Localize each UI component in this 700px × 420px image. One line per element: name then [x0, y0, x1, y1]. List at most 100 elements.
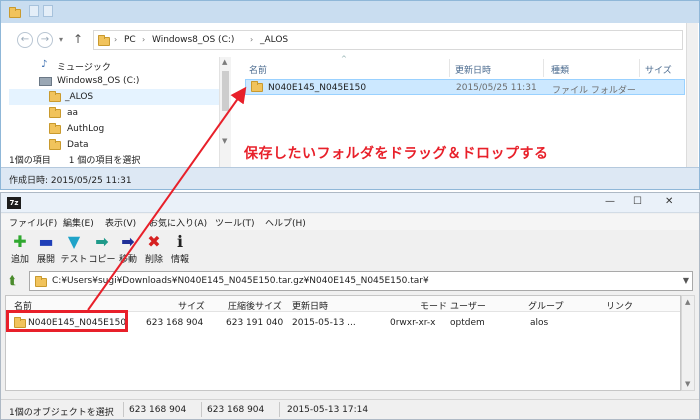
status-size: 623 168 904: [129, 405, 187, 415]
menu-tools[interactable]: ツール(T): [215, 216, 255, 229]
column-header-modified[interactable]: 更新日時: [455, 63, 491, 76]
close-icon[interactable]: ✕: [665, 196, 673, 207]
column-header-name[interactable]: 名前: [249, 63, 267, 76]
folder-icon: [49, 91, 61, 102]
chevron-down-icon[interactable]: ▼: [683, 276, 689, 285]
breadcrumb-item[interactable]: PC: [124, 35, 136, 45]
scroll-down-icon[interactable]: ▼: [222, 137, 227, 145]
address-bar[interactable]: › PC › Windows8_OS (C:) › _ALOS: [93, 30, 683, 50]
explorer-titlebar: [1, 1, 699, 23]
navigation-tree: ♪ ミュージック Windows8_OS (C:) _ALOS aa AuthL…: [9, 57, 229, 167]
folder-icon: [49, 123, 61, 134]
details-pane: 作成日時: 2015/05/25 11:31: [1, 167, 699, 189]
row-packed: 623 191 040: [226, 318, 284, 328]
column-divider[interactable]: [639, 59, 640, 77]
quick-access-button[interactable]: [29, 5, 39, 17]
column-header-group[interactable]: グループ: [528, 299, 563, 312]
tree-item-label: ミュージック: [57, 63, 111, 73]
folder-icon: [98, 35, 110, 46]
file-row[interactable]: N040E145_N045E150 2015/05/25 11:31 ファイル …: [245, 79, 685, 96]
sort-chevron-icon: ^: [341, 55, 347, 63]
toolbar: ✚ 追加 ▬ 展開 ▼ テスト ➡ コピー ➡ 移動 ✖ 削除 ℹ 情報: [1, 231, 699, 267]
status-divider: [201, 402, 202, 417]
up-arrow-icon[interactable]: ↑: [73, 32, 83, 46]
folder-icon: [49, 107, 61, 118]
menu-file[interactable]: ファイル(F): [9, 216, 57, 229]
column-header-link[interactable]: リンク: [606, 299, 633, 312]
highlight-box: [6, 310, 128, 332]
move-arrow-icon: ➡: [121, 232, 135, 251]
path-input[interactable]: C:¥Users¥sugi¥Downloads¥N040E145_N045E15…: [29, 271, 693, 291]
breadcrumb-item[interactable]: _ALOS: [260, 35, 288, 45]
scroll-thumb[interactable]: [222, 71, 229, 111]
archive-scrollbar[interactable]: ▲ ▼: [681, 295, 695, 391]
file-name: N040E145_N045E150: [268, 83, 367, 93]
tree-item-label: Data: [67, 140, 89, 150]
info-icon: ℹ: [176, 232, 184, 251]
breadcrumb-separator: ›: [250, 35, 254, 44]
status-divider: [123, 402, 124, 417]
row-modified: 2015-05-13 ...: [292, 318, 356, 328]
status-divider: [279, 402, 280, 417]
row-size: 623 168 904: [146, 318, 204, 328]
sevenzip-titlebar: 7z — ☐ ✕: [1, 193, 699, 213]
file-modified: 2015/05/25 11:31: [456, 83, 537, 93]
tree-item-label: _ALOS: [65, 92, 94, 102]
details-created: 作成日時: 2015/05/25 11:31: [9, 176, 132, 186]
row-mode: 0rwxr-xr-x: [390, 318, 436, 328]
music-icon: ♪: [41, 59, 48, 70]
menu-edit[interactable]: 編集(E): [63, 216, 94, 229]
copy-arrow-icon: ➡: [95, 232, 109, 251]
back-arrow-icon[interactable]: ←: [17, 32, 33, 48]
chevron-down-icon[interactable]: ▾: [59, 35, 63, 44]
column-header-type[interactable]: 種類: [551, 63, 569, 76]
minus-icon: ▬: [38, 232, 54, 251]
explorer-status: 1個の項目 1 個の項目を選択: [9, 156, 141, 166]
sevenzip-logo-icon: 7z: [7, 197, 21, 209]
column-header-size[interactable]: サイズ: [645, 63, 672, 76]
tree-item-alos[interactable]: _ALOS: [9, 89, 219, 105]
folder-icon: [35, 276, 47, 287]
path-text: C:¥Users¥sugi¥Downloads¥N040E145_N045E15…: [52, 276, 429, 286]
explorer-navbar: ← → ▾ ↑ › PC › Windows8_OS (C:) › _ALOS: [1, 23, 699, 57]
tree-item-label: aa: [67, 108, 79, 118]
column-header-modified[interactable]: 更新日時: [292, 299, 328, 312]
column-divider[interactable]: [543, 59, 544, 77]
drive-icon: [39, 77, 52, 86]
column-header-packed[interactable]: 圧縮後サイズ: [228, 299, 282, 312]
status-modified: 2015-05-13 17:14: [287, 405, 369, 415]
breadcrumb-separator: ›: [142, 35, 146, 44]
up-folder-icon[interactable]: ⮬: [9, 273, 16, 288]
menu-bar: ファイル(F) 編集(E) 表示(V) お気に入り(A) ツール(T) ヘルプ(…: [1, 214, 699, 230]
folder-icon: [251, 81, 263, 92]
scroll-up-icon[interactable]: ▲: [685, 298, 690, 306]
breadcrumb-separator: ›: [114, 35, 118, 44]
file-type: ファイル フォルダー: [552, 86, 636, 96]
plus-icon: ✚: [13, 232, 27, 251]
breadcrumb-item[interactable]: Windows8_OS (C:): [152, 35, 234, 45]
explorer-scrollbar[interactable]: [686, 23, 698, 168]
maximize-icon[interactable]: ☐: [633, 196, 642, 207]
status-selection: 1個のオブジェクトを選択: [9, 408, 114, 418]
column-header-mode[interactable]: モード: [420, 299, 447, 312]
info-button[interactable]: ℹ 情報: [165, 233, 195, 267]
tree-scrollbar[interactable]: ▲ ▼: [219, 57, 231, 167]
forward-arrow-icon[interactable]: →: [37, 32, 53, 48]
menu-view[interactable]: 表示(V): [105, 216, 136, 229]
column-header-size[interactable]: サイズ: [178, 299, 205, 312]
quick-access-button[interactable]: [43, 5, 53, 17]
row-user: optdem: [450, 318, 485, 328]
annotation-text: 保存したいフォルダをドラッグ＆ドロップする: [244, 146, 549, 162]
menu-help[interactable]: ヘルプ(H): [265, 216, 306, 229]
minimize-icon[interactable]: —: [605, 196, 615, 207]
row-group: alos: [530, 318, 549, 328]
menu-favorites[interactable]: お気に入り(A): [149, 216, 207, 229]
scroll-up-icon[interactable]: ▲: [222, 58, 227, 66]
scroll-down-icon[interactable]: ▼: [685, 380, 690, 388]
column-divider[interactable]: [449, 59, 450, 77]
status-packed: 623 168 904: [207, 405, 265, 415]
column-header-user[interactable]: ユーザー: [450, 299, 486, 312]
status-bar: 1個のオブジェクトを選択 623 168 904 623 168 904 201…: [1, 399, 699, 419]
tool-label: 情報: [170, 255, 189, 265]
tree-item-label: Windows8_OS (C:): [57, 76, 140, 86]
